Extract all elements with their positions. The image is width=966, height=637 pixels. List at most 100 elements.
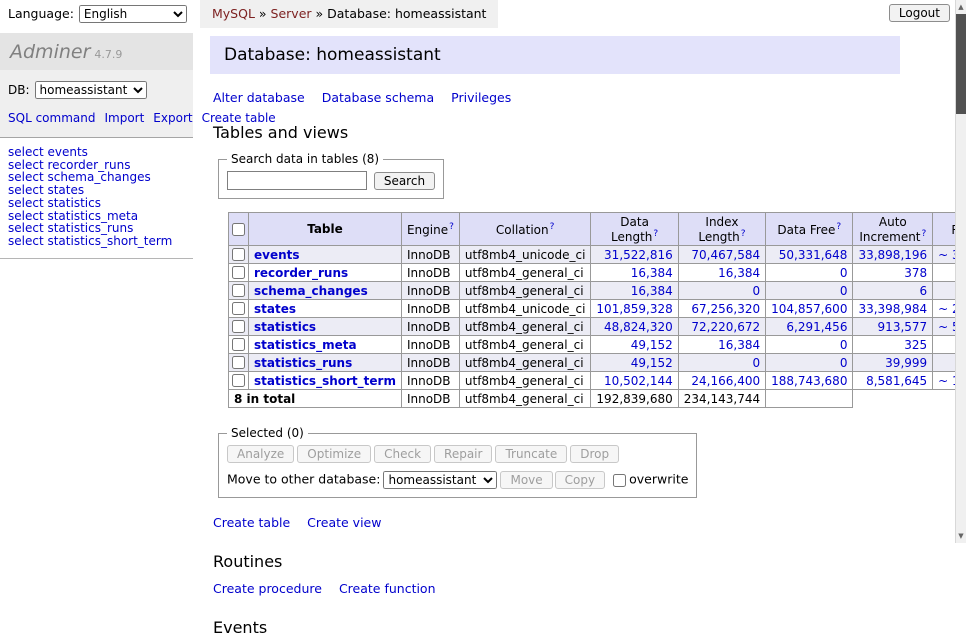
total-index-length: 234,143,744: [678, 390, 765, 408]
selected-action-button[interactable]: Repair: [434, 445, 492, 463]
data-free-cell: 104,857,600: [766, 300, 853, 318]
table-row: statistics_metaInnoDButf8mb4_general_ci4…: [229, 336, 966, 354]
move-row: Move to other database:homeassistantMove…: [227, 471, 688, 489]
create-link[interactable]: Create table: [213, 515, 290, 530]
search-button[interactable]: Search: [374, 172, 435, 190]
move-database-select[interactable]: homeassistant: [383, 471, 497, 489]
search-input[interactable]: [227, 171, 367, 190]
engine-cell: InnoDB: [401, 318, 459, 336]
table-name-link[interactable]: statistics: [254, 320, 316, 334]
routine-link[interactable]: Create procedure: [213, 581, 322, 596]
column-header: Index Length?: [678, 213, 765, 246]
data-length-cell: 49,152: [591, 336, 678, 354]
engine-cell: InnoDB: [401, 372, 459, 390]
row-checkbox[interactable]: [232, 374, 245, 387]
table-row: statistics_runsInnoDButf8mb4_general_ci4…: [229, 354, 966, 372]
row-checkbox[interactable]: [232, 266, 245, 279]
column-header: Engine?: [401, 213, 459, 246]
database-action-link[interactable]: Alter database: [213, 90, 305, 105]
sidebar-table-link[interactable]: select statistics_short_term: [8, 234, 172, 248]
db-label: DB:: [8, 83, 30, 97]
sidebar-action-link[interactable]: Import: [104, 111, 144, 125]
table-name-link[interactable]: recorder_runs: [254, 266, 348, 280]
sidebar-action-link[interactable]: SQL command: [8, 111, 95, 125]
select-all-checkbox[interactable]: [232, 223, 245, 236]
selected-action-button[interactable]: Optimize: [297, 445, 371, 463]
table-name-link[interactable]: schema_changes: [254, 284, 368, 298]
collation-cell: utf8mb4_unicode_ci: [459, 246, 591, 264]
selected-action-button[interactable]: Analyze: [227, 445, 294, 463]
auto-increment-cell: 33,898,196: [853, 246, 933, 264]
data-length-cell: 16,384: [591, 282, 678, 300]
collation-cell: utf8mb4_general_ci: [459, 264, 591, 282]
index-length-cell: 0: [678, 282, 765, 300]
scroll-up-arrow[interactable]: ▲: [956, 0, 966, 14]
language-select[interactable]: English: [79, 5, 187, 23]
engine-cell: InnoDB: [401, 300, 459, 318]
overwrite-checkbox[interactable]: [613, 474, 626, 487]
selected-action-button[interactable]: Drop: [570, 445, 619, 463]
table-name-link[interactable]: statistics_short_term: [254, 374, 396, 388]
total-data-length: 192,839,680: [591, 390, 678, 408]
collation-cell: utf8mb4_general_ci: [459, 354, 591, 372]
table-row: schema_changesInnoDButf8mb4_general_ci16…: [229, 282, 966, 300]
language-bar: Language:English: [8, 5, 187, 23]
engine-cell: InnoDB: [401, 282, 459, 300]
data-free-cell: 6,291,456: [766, 318, 853, 336]
table-name-link[interactable]: states: [254, 302, 296, 316]
row-checkbox[interactable]: [232, 248, 245, 261]
help-link[interactable]: ?: [836, 222, 841, 232]
row-checkbox[interactable]: [232, 356, 245, 369]
breadcrumb-link[interactable]: Server: [271, 6, 312, 21]
index-length-cell: 24,166,400: [678, 372, 765, 390]
help-link[interactable]: ?: [653, 229, 658, 239]
table-name-link[interactable]: events: [254, 248, 300, 262]
row-checkbox[interactable]: [232, 338, 245, 351]
data-length-cell: 31,522,816: [591, 246, 678, 264]
sidebar-action-link[interactable]: Export: [153, 111, 192, 125]
data-length-cell: 48,824,320: [591, 318, 678, 336]
page-title: Database: homeassistant: [210, 36, 900, 74]
collation-cell: utf8mb4_general_ci: [459, 318, 591, 336]
data-free-cell: 0: [766, 336, 853, 354]
auto-increment-cell: 913,577: [853, 318, 933, 336]
scroll-down-arrow[interactable]: ▼: [956, 529, 966, 543]
breadcrumb-link[interactable]: MySQL: [212, 6, 255, 21]
tables-heading: Tables and views: [213, 123, 900, 142]
row-checkbox[interactable]: [232, 320, 245, 333]
create-link[interactable]: Create view: [307, 515, 381, 530]
help-link[interactable]: ?: [449, 222, 454, 232]
logout-button[interactable]: Logout: [889, 4, 950, 22]
collation-cell: utf8mb4_unicode_ci: [459, 300, 591, 318]
overwrite-label: overwrite: [629, 472, 688, 487]
table-name-link[interactable]: statistics_runs: [254, 356, 352, 370]
selected-action-button[interactable]: Truncate: [495, 445, 567, 463]
row-checkbox[interactable]: [232, 284, 245, 297]
auto-increment-cell: 378: [853, 264, 933, 282]
help-link[interactable]: ?: [550, 222, 555, 232]
index-length-cell: 16,384: [678, 336, 765, 354]
table-row: statistics_short_termInnoDButf8mb4_gener…: [229, 372, 966, 390]
table-row: states InnoDButf8mb4_unicode_ci101,859,32…: [229, 300, 966, 318]
row-checkbox[interactable]: [232, 302, 245, 315]
data-free-cell: 188,743,680: [766, 372, 853, 390]
database-action-link[interactable]: Privileges: [451, 90, 511, 105]
index-length-cell: 67,256,320: [678, 300, 765, 318]
data-length-cell: 101,859,328: [591, 300, 678, 318]
index-length-cell: 16,384: [678, 264, 765, 282]
db-select[interactable]: homeassistant: [35, 81, 147, 99]
selected-buttons-row: AnalyzeOptimizeCheckRepairTruncateDrop: [227, 445, 688, 463]
scrollbar-thumb[interactable]: [956, 14, 966, 114]
help-link[interactable]: ?: [741, 229, 746, 239]
database-action-link[interactable]: Database schema: [322, 90, 434, 105]
copy-button[interactable]: Copy: [555, 471, 605, 489]
selected-action-button[interactable]: Check: [374, 445, 431, 463]
table-name-link[interactable]: statistics_meta: [254, 338, 357, 352]
sidebar: Adminer4.7.9 DB:homeassistant SQL comman…: [0, 33, 193, 543]
main-content: Database: homeassistant Alter database Da…: [210, 36, 900, 637]
routine-link[interactable]: Create function: [339, 581, 436, 596]
help-link[interactable]: ?: [922, 229, 927, 239]
move-button[interactable]: Move: [500, 471, 552, 489]
engine-cell: InnoDB: [401, 264, 459, 282]
scrollbar[interactable]: ▲ ▼: [955, 0, 966, 543]
